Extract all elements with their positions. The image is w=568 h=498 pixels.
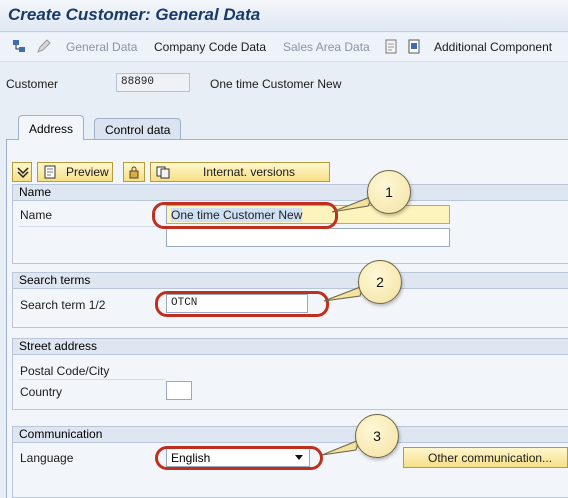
callout-2-pointer [323, 285, 364, 302]
callout-3: 3 [355, 414, 399, 458]
callout-1-pointer [331, 195, 375, 213]
callout-2: 2 [358, 260, 402, 304]
callout-1: 1 [367, 170, 411, 214]
callout-3-pointer [321, 439, 360, 456]
tab-address[interactable]: Address [18, 115, 85, 140]
callout-pointers [321, 195, 375, 456]
